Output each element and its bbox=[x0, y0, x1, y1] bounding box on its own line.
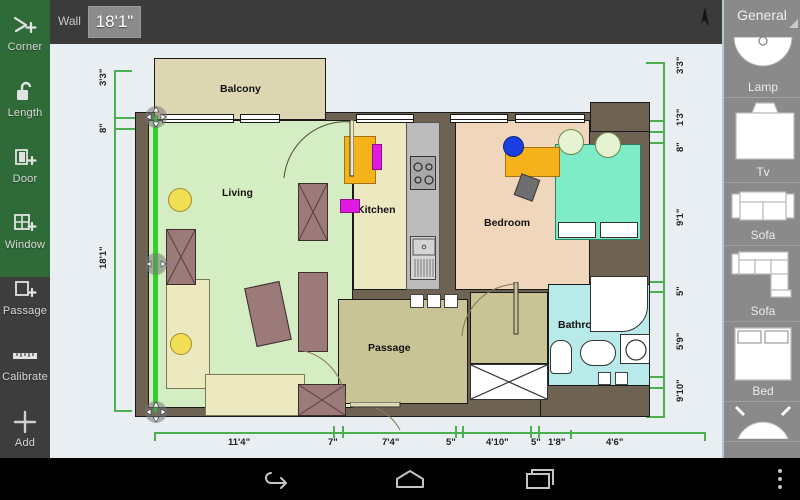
home-button[interactable] bbox=[380, 458, 440, 500]
plant-pot[interactable] bbox=[595, 132, 621, 158]
library-item-label: Bed bbox=[752, 384, 774, 398]
bed-double-icon bbox=[724, 324, 800, 384]
wall-length-field[interactable]: 18'1" bbox=[88, 6, 141, 38]
bathtub-icon[interactable] bbox=[590, 276, 648, 332]
tool-window[interactable]: Window bbox=[0, 198, 50, 264]
door-add-icon bbox=[12, 145, 38, 171]
library-item-sofa[interactable]: Sofa bbox=[724, 183, 800, 246]
sink-basin-icon[interactable] bbox=[580, 340, 616, 366]
sofa-corner-icon bbox=[724, 248, 800, 304]
library-item-bed[interactable]: Bed bbox=[724, 322, 800, 402]
accent-object[interactable] bbox=[340, 199, 360, 213]
wall-handle-top[interactable] bbox=[145, 106, 167, 128]
app-root: Corner Length Door Window Passage Calibr… bbox=[0, 0, 800, 500]
ruler-icon bbox=[11, 343, 39, 369]
library-item-sofa-corner[interactable]: Sofa bbox=[724, 246, 800, 322]
wall-handle-mid[interactable] bbox=[145, 253, 167, 275]
lamp-icon[interactable] bbox=[170, 333, 192, 355]
library-item-table[interactable] bbox=[724, 402, 800, 442]
radiator-icon bbox=[598, 372, 634, 385]
tool-label: Add bbox=[14, 437, 36, 449]
window-bedroom[interactable] bbox=[450, 114, 508, 123]
back-button[interactable] bbox=[245, 458, 305, 500]
floor-plan[interactable]: Balcony Living Kitchen Bedroom Passage B… bbox=[50, 44, 722, 458]
library-item-tv[interactable]: Tv bbox=[724, 98, 800, 183]
stairs-icon[interactable] bbox=[470, 364, 548, 400]
sofa-living[interactable] bbox=[166, 279, 210, 389]
tool-add[interactable]: Add bbox=[0, 396, 50, 462]
library-item-label: Lamp bbox=[747, 80, 779, 94]
window-balcony[interactable] bbox=[162, 114, 234, 123]
tool-label: Length bbox=[7, 107, 43, 119]
overflow-menu[interactable] bbox=[750, 458, 800, 500]
room-label-bedroom: Bedroom bbox=[484, 217, 531, 229]
door-passage[interactable] bbox=[295, 344, 349, 406]
room-label-living: Living bbox=[222, 187, 253, 199]
sofa-straight-icon bbox=[724, 184, 800, 228]
library-item-label: Sofa bbox=[750, 228, 776, 242]
object-library-panel[interactable]: General Lamp Tv Sofa Sofa Bed bbox=[722, 0, 800, 458]
chair-blue[interactable] bbox=[503, 136, 524, 157]
toilet-icon[interactable] bbox=[550, 340, 572, 374]
tool-corner[interactable]: Corner bbox=[0, 0, 50, 66]
table-round-icon bbox=[724, 401, 800, 439]
tool-label: Passage bbox=[2, 305, 48, 317]
lock-open-icon bbox=[13, 79, 37, 105]
window-bedroom-2[interactable] bbox=[515, 114, 585, 123]
lamp-icon[interactable] bbox=[168, 188, 192, 212]
wall-handle-bottom[interactable] bbox=[145, 401, 167, 423]
lamp-top-view-icon bbox=[724, 30, 800, 80]
passage-add-icon bbox=[12, 277, 38, 303]
sink-icon[interactable] bbox=[410, 236, 436, 280]
cabinet[interactable] bbox=[166, 229, 196, 285]
room-label-balcony: Balcony bbox=[220, 83, 261, 95]
tool-door[interactable]: Door bbox=[0, 132, 50, 198]
door-entry[interactable] bbox=[350, 402, 404, 432]
plus-icon bbox=[12, 409, 38, 435]
library-item-label: Sofa bbox=[750, 304, 776, 318]
window-kitchen[interactable] bbox=[356, 114, 414, 123]
tool-label: Calibrate bbox=[2, 371, 48, 383]
library-item-label: Tv bbox=[756, 165, 770, 179]
window-add-icon bbox=[12, 211, 38, 237]
shower-tray-icon[interactable] bbox=[620, 334, 650, 364]
door-bedroom[interactable] bbox=[458, 282, 520, 340]
top-bar: Wall 18'1" bbox=[50, 0, 722, 44]
tv-top-view-icon bbox=[724, 99, 800, 165]
category-label: General bbox=[737, 7, 787, 23]
stove-icon[interactable] bbox=[410, 156, 436, 190]
door-living[interactable] bbox=[280, 120, 354, 182]
left-toolbar: Corner Length Door Window Passage Calibr… bbox=[0, 0, 50, 495]
wall-label: Wall bbox=[58, 14, 81, 28]
cabinet[interactable] bbox=[298, 183, 328, 241]
recents-button[interactable] bbox=[510, 458, 570, 500]
tool-calibrate[interactable]: Calibrate bbox=[0, 330, 50, 396]
android-navbar bbox=[0, 458, 800, 500]
sofa-living-2[interactable] bbox=[205, 374, 305, 416]
pillow[interactable] bbox=[558, 222, 596, 238]
exterior-wall[interactable] bbox=[590, 102, 650, 132]
tool-length[interactable]: Length bbox=[0, 66, 50, 132]
room-label-kitchen: Kitchen bbox=[357, 204, 396, 216]
tool-label: Door bbox=[12, 173, 38, 185]
north-arrow-icon[interactable] bbox=[687, 4, 719, 40]
accent-object[interactable] bbox=[372, 144, 382, 170]
tool-label: Corner bbox=[7, 41, 43, 53]
dropdown-corner-icon bbox=[789, 19, 798, 28]
library-item-lamp[interactable]: Lamp bbox=[724, 30, 800, 98]
pillow[interactable] bbox=[600, 222, 638, 238]
tool-passage[interactable]: Passage bbox=[0, 264, 50, 330]
category-selector[interactable]: General bbox=[724, 0, 800, 30]
exterior-wall[interactable] bbox=[540, 384, 650, 417]
window-balcony-2[interactable] bbox=[240, 114, 280, 123]
room-label-passage: Passage bbox=[368, 342, 411, 354]
radiator-icon bbox=[410, 294, 462, 308]
cabinet[interactable] bbox=[298, 272, 328, 352]
corner-add-icon bbox=[12, 13, 38, 39]
plant-pot[interactable] bbox=[558, 129, 584, 155]
floorplan-canvas[interactable]: 11'4" 7" 7'4" 5" 11'5" 3'3" 8" 18'1" 3'3… bbox=[50, 44, 722, 458]
tool-label: Window bbox=[4, 239, 46, 251]
